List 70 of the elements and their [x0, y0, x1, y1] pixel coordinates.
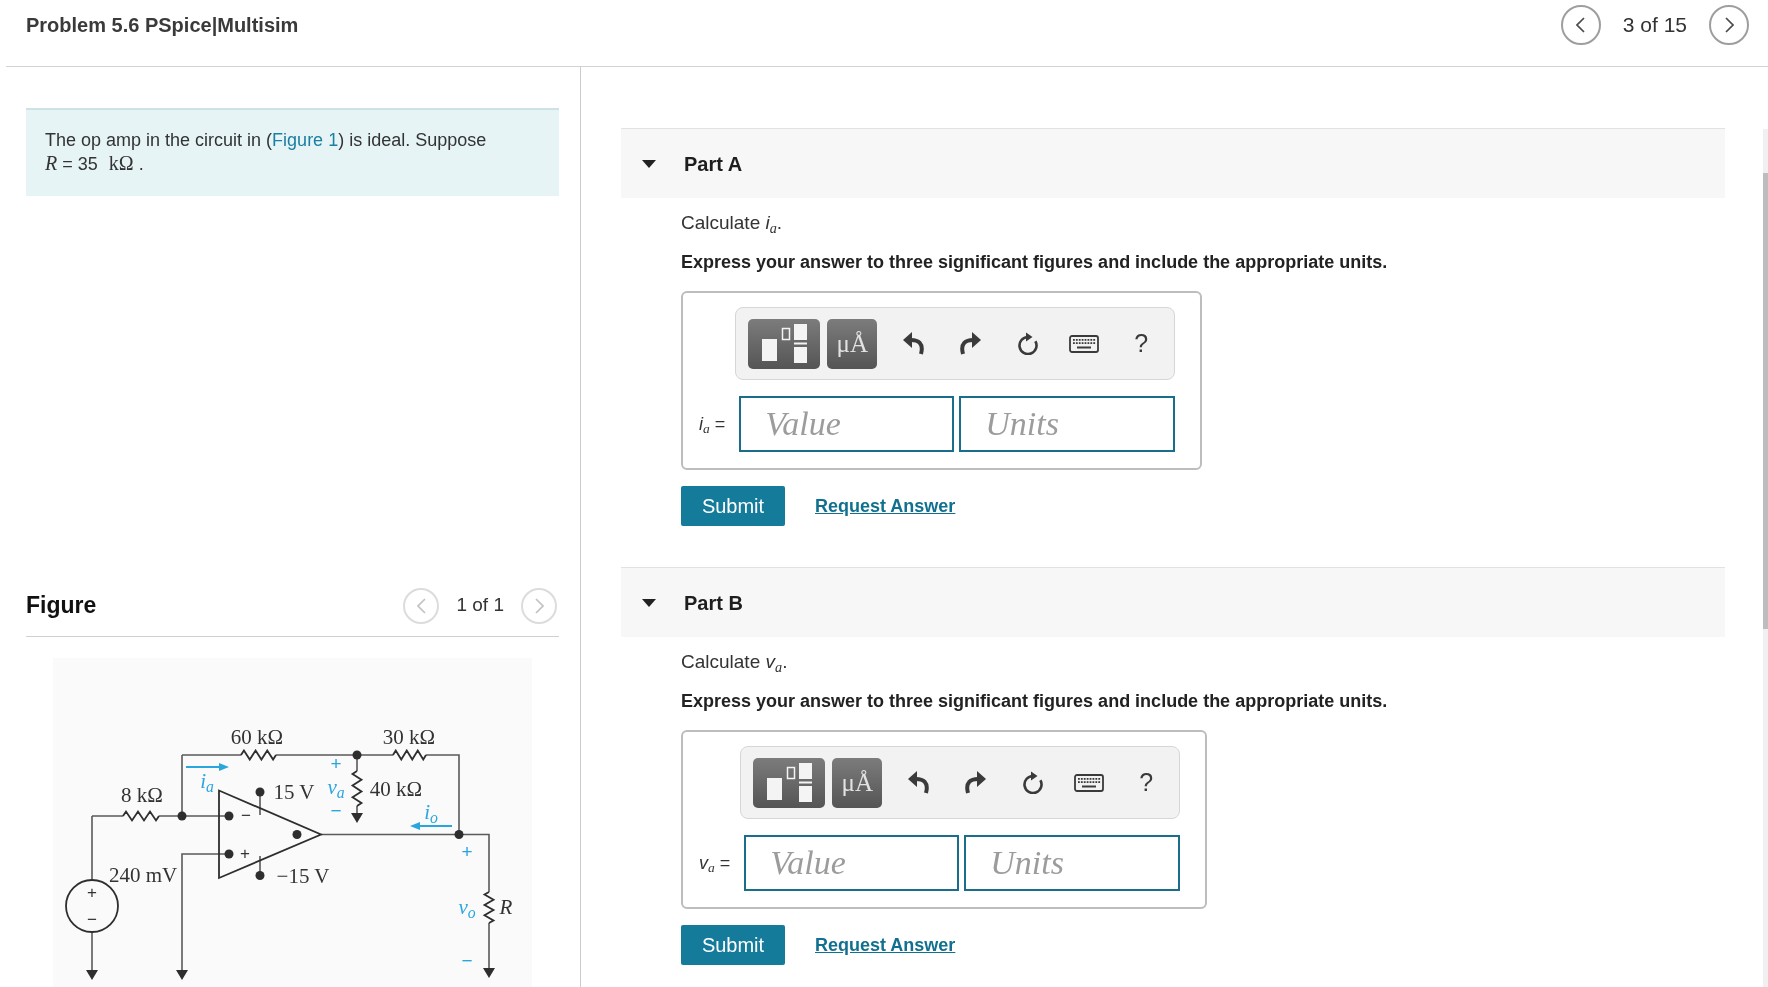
variable-label: i$_{o}$ — [424, 801, 438, 823]
submit-button[interactable]: Submit — [681, 486, 785, 526]
units-button[interactable]: μÅ — [827, 318, 878, 369]
value-label: 30 kΩ — [382, 726, 436, 748]
polarity-sign: + — [240, 844, 250, 862]
part-header[interactable]: Part A — [621, 128, 1725, 198]
value-field[interactable]: Value — [739, 396, 955, 452]
units-button[interactable]: μÅ — [832, 757, 883, 808]
redo-icon — [959, 332, 981, 355]
answer-label: i$_{a}$ = — [699, 412, 726, 438]
question-text: Calculate v$_{a}$. — [681, 650, 788, 674]
chevron-right-icon — [1724, 17, 1734, 33]
value-label: 240 mV — [108, 864, 178, 886]
variable-label: i$_{a}$ — [200, 770, 214, 792]
caret-down-icon[interactable] — [642, 598, 656, 607]
request-answer-link[interactable]: Request Answer — [815, 492, 956, 520]
template-icon — [761, 324, 807, 363]
template-icon — [766, 763, 812, 802]
value-label: 60 kΩ — [230, 726, 284, 748]
units-field[interactable]: Units — [959, 396, 1176, 452]
page-counter: 3 of 15 — [1622, 12, 1687, 39]
problem-title: Problem 5.6 PSpice|Multisim — [26, 13, 299, 38]
undo-icon — [907, 771, 929, 794]
request-answer-link[interactable]: Request Answer — [815, 931, 956, 959]
question-text: Calculate i$_{a}$. — [681, 211, 783, 235]
caret-down-icon[interactable] — [642, 159, 656, 168]
variable-label: v$_{a}$ — [327, 776, 345, 798]
reset-icon — [1016, 332, 1038, 355]
redo-icon — [964, 771, 986, 794]
polarity-sign: − — [330, 800, 342, 820]
problem-text: The op amp in the circuit in (Figure 1) is ideal. Suppose R = 35 kΩ . — [45, 129, 488, 176]
instruction-text: Express your answer to three significant figures and include the appropriate units. — [681, 690, 1388, 713]
keyboard-icon — [1074, 773, 1105, 792]
page-counter: 1 of 1 — [456, 593, 504, 618]
variable-label: v$_{o}$ — [458, 896, 476, 918]
part-title: Part A — [684, 151, 743, 177]
answer-label: v$_{a}$ = — [699, 851, 731, 877]
polarity-sign: − — [461, 950, 473, 970]
value-label: −15 V — [276, 865, 330, 887]
submit-button[interactable]: Submit — [681, 925, 785, 965]
value-label: 40 kΩ — [369, 778, 423, 800]
next-button[interactable] — [1709, 5, 1749, 45]
variable-label: R — [499, 896, 513, 918]
polarity-sign: + — [461, 841, 473, 861]
template-button[interactable] — [748, 318, 821, 369]
part-header[interactable]: Part B — [621, 567, 1725, 637]
instruction-text: Express your answer to three significant figures and include the appropriate units. — [681, 251, 1388, 274]
help-button[interactable]: ? — [1121, 323, 1162, 364]
figure-title: Figure — [26, 591, 97, 621]
help-button[interactable]: ? — [1126, 762, 1167, 803]
scrollbar-thumb[interactable] — [1763, 173, 1768, 629]
polarity-sign: − — [241, 806, 251, 824]
previous-button[interactable] — [1560, 5, 1601, 45]
keyboard-icon — [1069, 334, 1100, 353]
chevron-left-icon — [1576, 17, 1586, 33]
scrollbar[interactable] — [1763, 129, 1768, 987]
polarity-sign: + — [330, 753, 342, 773]
units-field[interactable]: Units — [964, 835, 1181, 891]
part-title: Part B — [684, 590, 743, 616]
value-field[interactable]: Value — [744, 835, 960, 891]
template-button[interactable] — [753, 757, 826, 808]
reset-icon — [1021, 771, 1043, 794]
undo-icon — [902, 332, 924, 355]
polarity-sign: + — [87, 883, 97, 901]
figure-link[interactable]: Figure 1 — [272, 130, 339, 150]
value-label: 8 kΩ — [121, 784, 163, 806]
chevron-right-icon — [534, 597, 544, 614]
chevron-left-icon — [416, 597, 426, 614]
value-label: 15 V — [273, 781, 315, 803]
polarity-sign: − — [87, 910, 97, 928]
